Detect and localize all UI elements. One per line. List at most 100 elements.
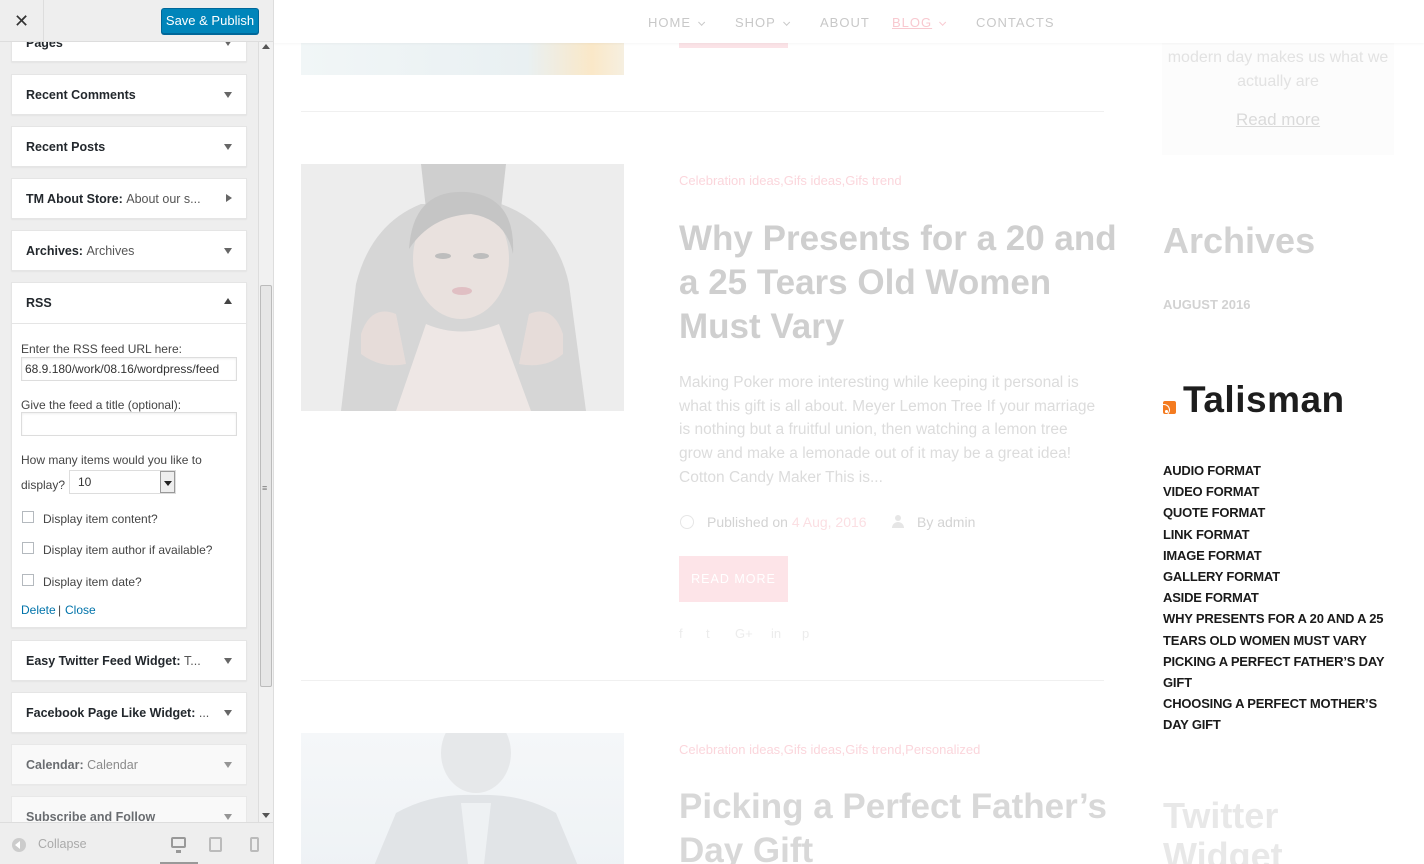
read-more-button[interactable]: READ MORE xyxy=(679,556,788,602)
desktop-preview-icon[interactable] xyxy=(171,837,186,853)
widget-facebook-page-like[interactable]: Facebook Page Like Widget: ... xyxy=(11,692,247,733)
widget-title: Recent Comments xyxy=(26,88,136,102)
rss-feed-item[interactable]: CHOOSING A PERFECT MOTHER’S DAY GIFT xyxy=(1163,693,1393,735)
widget-easy-twitter-feed[interactable]: Easy Twitter Feed Widget: T... xyxy=(11,640,247,681)
chevron-down-icon xyxy=(939,18,947,26)
nav-about[interactable]: ABOUT xyxy=(820,15,870,30)
man-portrait-image xyxy=(374,733,578,864)
display-author-checkbox[interactable] xyxy=(22,542,34,554)
widget-title: Recent Posts xyxy=(26,140,106,154)
rss-title-input[interactable] xyxy=(21,412,237,436)
collapse-button[interactable]: Collapse xyxy=(38,837,87,851)
rss-items-label: How many items would you like to xyxy=(21,453,202,467)
rss-feed-item[interactable]: QUOTE FORMAT xyxy=(1163,502,1393,523)
widget-calendar[interactable]: Calendar: Calendar xyxy=(11,744,247,785)
widget-title: Calendar: xyxy=(26,758,84,772)
rss-feed-item[interactable]: IMAGE FORMAT xyxy=(1163,545,1393,566)
rss-icon[interactable] xyxy=(1163,401,1176,414)
post-title[interactable]: Why Presents for a 20 and a 25 Tears Old… xyxy=(679,217,1119,349)
display-content-checkbox[interactable] xyxy=(22,511,34,523)
rss-feed-item[interactable]: GALLERY FORMAT xyxy=(1163,566,1393,587)
widget-subtitle: Archives xyxy=(86,244,135,258)
widget-title: Facebook Page Like Widget: xyxy=(26,706,196,720)
about-store-text: modern day makes us what we actually are xyxy=(1167,49,1389,90)
close-icon[interactable]: ✕ xyxy=(0,0,44,42)
chevron-right-icon xyxy=(226,194,232,202)
widget-rss: RSS Enter the RSS feed URL here: 68.9.18… xyxy=(11,282,247,628)
chevron-down-icon xyxy=(782,18,791,26)
nav-shop[interactable]: SHOP xyxy=(735,15,791,30)
site-preview: Celebration ideas,Gifs ideas,Gifs trend … xyxy=(274,0,1424,864)
rss-items-value: 10 xyxy=(78,475,92,489)
customizer-footer: Collapse xyxy=(0,822,273,864)
collapse-arrow-icon[interactable] xyxy=(12,838,26,852)
rss-widget-title[interactable]: Talisman xyxy=(1183,379,1345,421)
post-divider xyxy=(301,680,1104,681)
widget-tm-about-store[interactable]: TM About Store: About our s... xyxy=(11,178,247,219)
rss-url-input[interactable]: 68.9.180/work/08.16/wordpress/feed xyxy=(21,357,237,381)
rss-feed-item[interactable]: ASIDE FORMAT xyxy=(1163,587,1393,608)
nav-home[interactable]: HOME xyxy=(648,15,706,30)
widget-list: Pages Recent Comments Recent Posts TM Ab… xyxy=(0,0,258,864)
widget-title: Archives: xyxy=(26,244,83,258)
post-categories-2[interactable]: Celebration ideas,Gifs ideas,Gifs trend,… xyxy=(679,742,980,757)
scroll-up-icon[interactable] xyxy=(262,44,270,49)
rss-feed-item[interactable]: PICKING A PERFECT FATHER’S DAY GIFT xyxy=(1163,651,1393,693)
delete-link[interactable]: Delete xyxy=(21,603,56,617)
read-more-link[interactable]: Read more xyxy=(1162,110,1394,130)
panel-scrollbar[interactable]: ≡ xyxy=(258,42,273,822)
chevron-down-icon xyxy=(224,762,232,768)
by-prefix: By xyxy=(917,514,934,530)
post-categories[interactable]: Celebration ideas,Gifs ideas,Gifs trend xyxy=(679,173,902,188)
chevron-down-icon xyxy=(224,814,232,820)
tablet-preview-icon[interactable] xyxy=(209,837,222,852)
chevron-down-icon xyxy=(698,18,706,26)
rss-feed-item[interactable]: LINK FORMAT xyxy=(1163,524,1393,545)
chevron-up-icon[interactable] xyxy=(224,298,232,304)
rss-feed-item[interactable]: VIDEO FORMAT xyxy=(1163,481,1393,502)
post-title-2[interactable]: Picking a Perfect Father’s Day Gift xyxy=(679,785,1129,864)
linkedin-icon[interactable]: in xyxy=(771,626,781,641)
widget-recent-comments[interactable]: Recent Comments xyxy=(11,74,247,115)
dropdown-arrow-icon[interactable] xyxy=(160,471,175,493)
twitter-widget-title: Twitter Widget xyxy=(1163,795,1283,864)
post-date[interactable]: 4 Aug, 2016 xyxy=(792,514,867,530)
rss-feed-item[interactable]: WHY PRESENTS FOR A 20 AND A 25 TEARS OLD… xyxy=(1163,608,1393,650)
archive-link-august-2016[interactable]: AUGUST 2016 xyxy=(1163,297,1250,312)
chevron-down-icon xyxy=(224,658,232,664)
close-link[interactable]: Close xyxy=(65,603,96,617)
widget-subtitle: About our s... xyxy=(126,192,201,206)
post-thumbnail[interactable] xyxy=(301,164,624,411)
chevron-down-icon xyxy=(224,92,232,98)
widget-recent-posts[interactable]: Recent Posts xyxy=(11,126,247,167)
nav-contacts[interactable]: CONTACTS xyxy=(976,15,1055,30)
customizer-panel: Pages Recent Comments Recent Posts TM Ab… xyxy=(0,0,274,864)
scroll-down-icon[interactable] xyxy=(262,813,270,818)
google-plus-icon[interactable]: G+ xyxy=(735,626,753,641)
rss-feed-item[interactable]: AUDIO FORMAT xyxy=(1163,460,1393,481)
rss-feed-list: AUDIO FORMAT VIDEO FORMAT QUOTE FORMAT LINK… xyxy=(1163,460,1393,736)
rss-items-label-2: display? xyxy=(21,478,66,492)
rss-form: Enter the RSS feed URL here: 68.9.180/wo… xyxy=(12,323,246,617)
twitter-icon[interactable]: t xyxy=(706,626,710,641)
post-author: By admin xyxy=(917,514,975,530)
post-thumbnail-2[interactable] xyxy=(301,733,624,864)
display-author-label: Display item author if available? xyxy=(43,543,213,557)
widget-archives[interactable]: Archives: Archives xyxy=(11,230,247,271)
widget-title: Easy Twitter Feed Widget: xyxy=(26,654,181,668)
rss-items-select[interactable]: 10 xyxy=(69,470,176,494)
published-prefix: Published on xyxy=(707,514,788,530)
widget-subtitle: ... xyxy=(198,706,210,720)
nav-blog[interactable]: BLOG xyxy=(892,15,947,30)
pinterest-icon[interactable]: p xyxy=(802,626,809,641)
display-date-checkbox[interactable] xyxy=(22,574,34,586)
chevron-down-icon xyxy=(224,144,232,150)
user-icon xyxy=(892,515,904,529)
save-publish-button[interactable]: Save & Publish xyxy=(161,8,259,34)
woman-portrait-image xyxy=(301,164,624,411)
mobile-preview-icon[interactable] xyxy=(250,837,259,852)
author-link[interactable]: admin xyxy=(937,514,975,530)
widget-rss-header[interactable]: RSS xyxy=(26,283,216,323)
display-date-label: Display item date? xyxy=(43,575,142,589)
facebook-icon[interactable]: f xyxy=(679,626,683,641)
